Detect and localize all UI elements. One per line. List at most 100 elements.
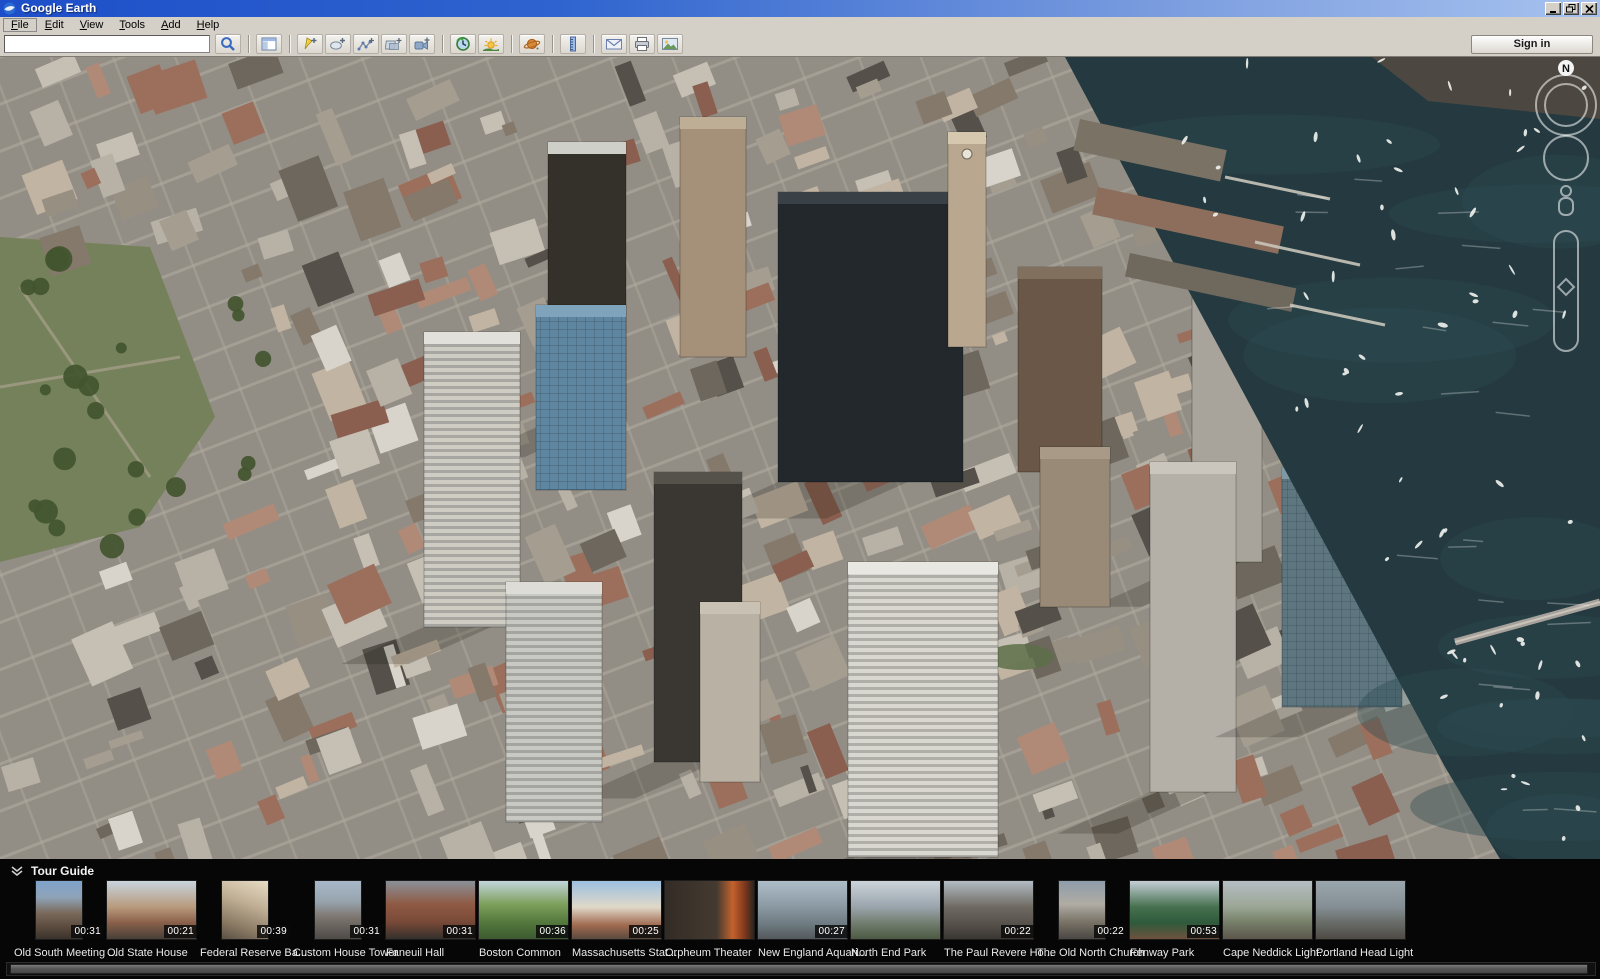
tour-guide-item[interactable]: 00:31 Custom House Tower	[291, 880, 384, 959]
tour-thumbnail[interactable]	[1315, 880, 1406, 940]
tour-duration-badge: 00:39	[257, 925, 290, 938]
polygon-icon	[329, 36, 347, 52]
add-path-button[interactable]	[353, 34, 379, 54]
tour-guide-item[interactable]: 00:25 Massachusetts Stat...	[570, 880, 663, 959]
tour-thumbnail[interactable]	[1222, 880, 1313, 940]
compass-north-label: N	[1562, 63, 1570, 75]
google-earth-logo-icon	[3, 2, 16, 15]
tour-scrollbar-thumb[interactable]	[10, 964, 1588, 974]
ruler-button[interactable]	[560, 34, 586, 54]
tour-item-label: Orpheum Theater	[665, 947, 752, 959]
tour-duration-badge: 00:53	[1187, 925, 1220, 938]
tour-duration-badge: 00:31	[443, 925, 476, 938]
minimize-icon	[1549, 5, 1558, 13]
toggle-sidebar-button[interactable]	[256, 34, 282, 54]
historical-imagery-button[interactable]	[450, 34, 476, 54]
email-button[interactable]	[601, 34, 627, 54]
add-placemark-button[interactable]	[297, 34, 323, 54]
tour-duration-badge: 00:25	[629, 925, 662, 938]
sunlight-button[interactable]	[478, 34, 504, 54]
menu-file[interactable]: File	[3, 18, 37, 32]
tour-item-label: North End Park	[851, 947, 926, 959]
tour-guide-item[interactable]: Portland Head Light	[1314, 880, 1407, 959]
tour-guide-strip: 00:31 Old South Meeting ... 00:21 Old St…	[12, 880, 1600, 940]
path-icon	[357, 36, 375, 52]
tour-guide-item[interactable]: 00:22 The Paul Revere Ho...	[942, 880, 1035, 959]
historical-imagery-icon	[454, 36, 472, 52]
tour-duration-badge: 00:36	[536, 925, 569, 938]
ruler-icon	[564, 36, 582, 52]
menu-add[interactable]: Add	[153, 18, 189, 32]
earth-3d-view[interactable]: N	[0, 57, 1600, 859]
image-overlay-icon	[385, 36, 403, 52]
planets-button[interactable]	[519, 34, 545, 54]
menu-edit[interactable]: Edit	[37, 18, 72, 32]
sign-in-button[interactable]: Sign in	[1471, 35, 1593, 54]
toolbar-separator	[289, 35, 290, 53]
print-button[interactable]	[629, 34, 655, 54]
earth-view-canvas[interactable]: N	[0, 57, 1600, 859]
tour-guide-scrollbar[interactable]	[6, 962, 1596, 976]
tour-item-label: Massachusetts Stat...	[572, 947, 677, 959]
toolbar-separator	[511, 35, 512, 53]
tour-duration-badge: 00:31	[350, 925, 383, 938]
email-icon	[605, 36, 623, 52]
tour-duration-badge: 00:31	[71, 925, 104, 938]
restore-icon	[1566, 4, 1576, 13]
search-icon	[219, 36, 237, 52]
tour-item-label: Cape Neddick Light...	[1223, 947, 1328, 959]
add-polygon-button[interactable]	[325, 34, 351, 54]
tour-thumbnail[interactable]	[850, 880, 941, 940]
tour-item-label: Old State House	[107, 947, 188, 959]
close-icon	[1585, 5, 1594, 13]
tour-thumbnail[interactable]	[664, 880, 755, 940]
tour-duration-badge: 00:27	[815, 925, 848, 938]
tour-guide-item[interactable]: 00:31 Faneuil Hall	[384, 880, 477, 959]
toolbar: Sign in	[0, 32, 1600, 57]
search-input[interactable]	[4, 35, 210, 53]
tour-guide-title: Tour Guide	[31, 864, 94, 878]
tour-guide-item[interactable]: 00:53 Fenway Park	[1128, 880, 1221, 959]
toolbar-separator	[248, 35, 249, 53]
window-title: Google Earth	[21, 0, 96, 17]
add-image-overlay-button[interactable]	[381, 34, 407, 54]
tour-guide-item[interactable]: 00:27 New England Aquari...	[756, 880, 849, 959]
tour-guide-item[interactable]: 00:39 Federal Reserve Ba...	[198, 880, 291, 959]
print-icon	[633, 36, 651, 52]
save-image-icon	[661, 36, 679, 52]
tour-duration-badge: 00:22	[1094, 925, 1127, 938]
menu-view[interactable]: View	[72, 18, 112, 32]
tour-item-label: Faneuil Hall	[386, 947, 444, 959]
tour-duration-badge: 00:21	[164, 925, 197, 938]
tour-item-label: Old South Meeting ...	[14, 947, 117, 959]
google-earth-window: Google Earth File Edit View Tools Add He…	[0, 0, 1600, 978]
sunlight-icon	[482, 36, 500, 52]
tour-guide-item[interactable]: 00:21 Old State House	[105, 880, 198, 959]
close-button[interactable]	[1581, 2, 1597, 15]
title-bar: Google Earth	[0, 0, 1600, 17]
tour-item-label: Fenway Park	[1130, 947, 1194, 959]
record-tour-button[interactable]	[409, 34, 435, 54]
save-image-button[interactable]	[657, 34, 683, 54]
collapse-tour-guide-icon[interactable]	[10, 866, 24, 876]
toolbar-separator	[442, 35, 443, 53]
menu-tools[interactable]: Tools	[111, 18, 153, 32]
toolbar-separator	[593, 35, 594, 53]
tour-item-label: Custom House Tower	[293, 947, 398, 959]
tour-guide-item[interactable]: 00:31 Old South Meeting ...	[12, 880, 105, 959]
restore-button[interactable]	[1563, 2, 1579, 15]
tour-guide-item[interactable]: Cape Neddick Light...	[1221, 880, 1314, 959]
minimize-button[interactable]	[1545, 2, 1561, 15]
tour-guide-item[interactable]: Orpheum Theater	[663, 880, 756, 959]
placemark-icon	[301, 36, 319, 52]
toolbar-separator	[552, 35, 553, 53]
search-button[interactable]	[215, 34, 241, 54]
tour-guide-item[interactable]: North End Park	[849, 880, 942, 959]
tour-guide-item[interactable]: 00:22 The Old North Church	[1035, 880, 1128, 959]
tour-item-label: Portland Head Light	[1316, 947, 1413, 959]
menu-help[interactable]: Help	[189, 18, 228, 32]
tour-duration-badge: 00:22	[1001, 925, 1034, 938]
tour-item-label: Boston Common	[479, 947, 561, 959]
tour-guide-item[interactable]: 00:36 Boston Common	[477, 880, 570, 959]
menu-bar: File Edit View Tools Add Help	[0, 17, 1600, 32]
